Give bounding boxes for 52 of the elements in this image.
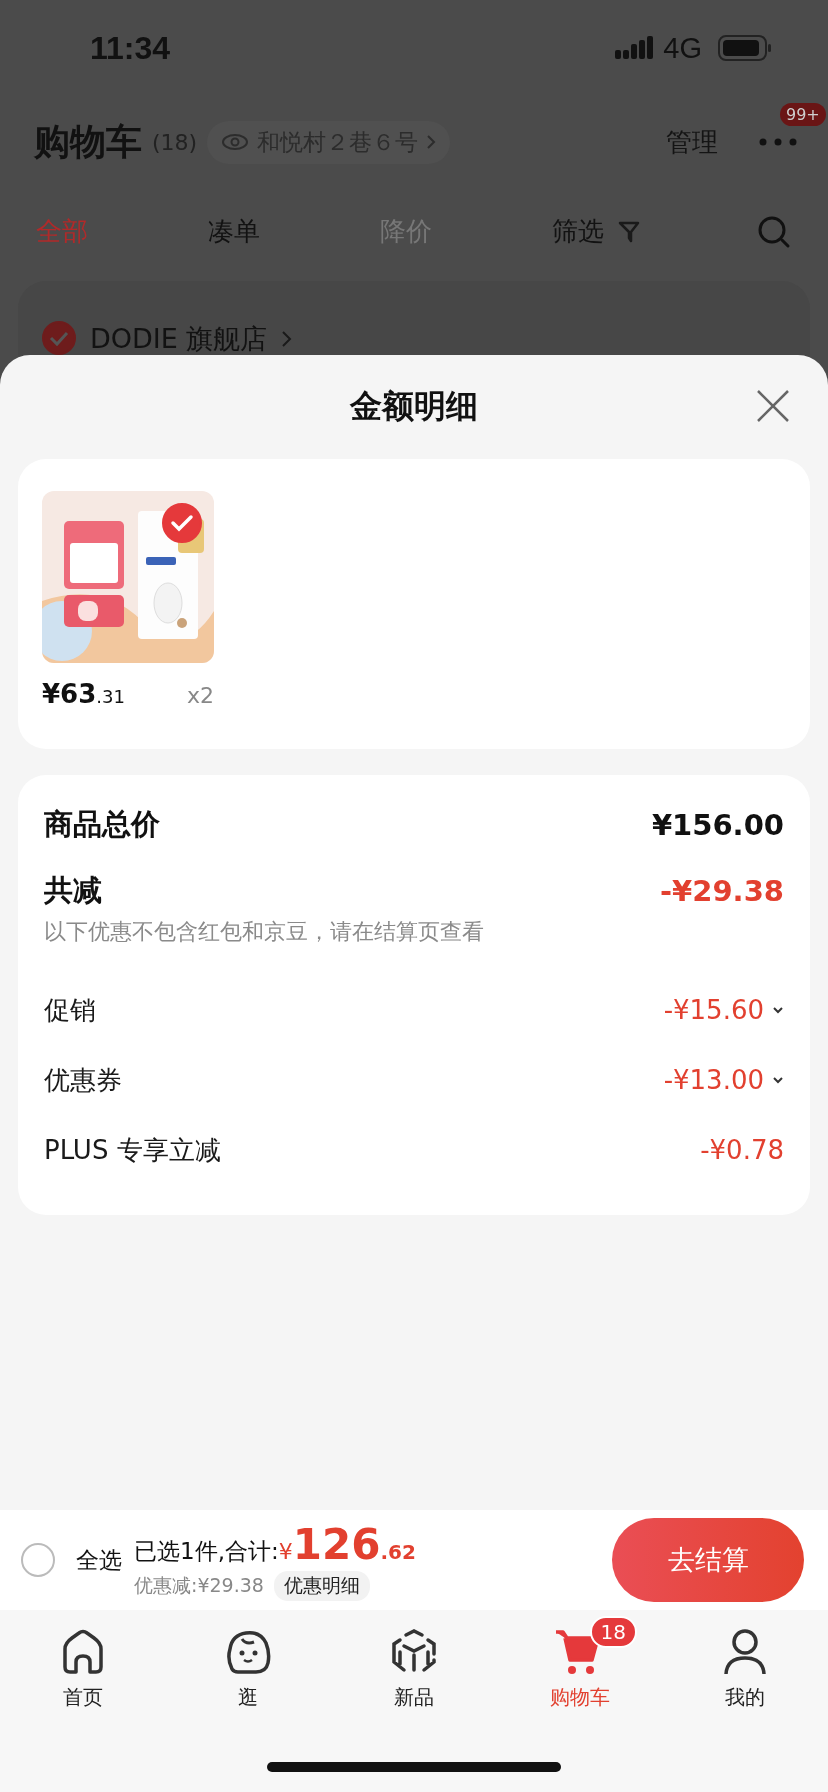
discount-line-value: -¥0.78 (700, 1135, 784, 1165)
eye-icon (221, 133, 250, 152)
battery-icon (718, 35, 772, 62)
check-icon[interactable] (42, 321, 76, 355)
cart-badge: 18 (589, 1616, 638, 1648)
total-amount: ¥126.62 (278, 1519, 416, 1569)
nav-tab[interactable]: 首页 (7, 1612, 158, 1711)
total-label: 商品总价 (44, 806, 160, 843)
discount-line-value: -¥13.00 (663, 1065, 764, 1095)
nav-label: 我的 (725, 1684, 766, 1711)
check-icon[interactable] (162, 503, 202, 543)
chevron-right-icon (426, 134, 437, 151)
person-icon (723, 1628, 768, 1676)
smiley-blob-icon (224, 1629, 273, 1675)
nav-tab[interactable]: 我的 (670, 1612, 821, 1711)
nav-tab[interactable]: 18 购物车 (504, 1612, 655, 1711)
product-quantity: x2 (186, 683, 214, 708)
nav-label: 新品 (394, 1684, 434, 1711)
saved-amount: 优惠减:¥29.38 (134, 1572, 264, 1598)
select-all-label[interactable]: 全选 (76, 1544, 122, 1576)
filter-tab[interactable]: 凑单 (208, 214, 380, 250)
discount-value: -¥29.38 (660, 874, 784, 908)
nav-tab[interactable]: 新品 (339, 1612, 489, 1711)
discount-detail-link[interactable]: 优惠明细 (273, 1570, 370, 1601)
nav-tab[interactable]: 逛 (173, 1612, 324, 1711)
total-value: ¥156.00 (651, 808, 784, 842)
page-title: 购物车 (34, 119, 142, 164)
close-icon[interactable] (756, 389, 790, 423)
discount-line-label: PLUS 专享立减 (44, 1133, 221, 1167)
discount-note: 以下优惠不包含红包和京豆，请在结算页查看 (44, 918, 485, 946)
nav-label: 逛 (238, 1684, 259, 1711)
network-label: 4G (663, 31, 702, 65)
nav-label: 首页 (62, 1684, 103, 1711)
checkout-button[interactable]: 去结算 (612, 1518, 804, 1602)
status-time: 11:34 (90, 29, 171, 67)
notification-badge: 99+ (780, 103, 826, 127)
chevron-down-icon[interactable] (772, 1006, 784, 1014)
discount-line-label: 促销 (44, 993, 96, 1027)
product-price: ¥63.31 (42, 679, 125, 709)
nav-label: 购物车 (549, 1684, 610, 1711)
more-icon[interactable] (758, 137, 798, 148)
discount-label: 共减 (44, 872, 102, 909)
select-all-checkbox[interactable] (20, 1542, 56, 1578)
filter-icon (618, 219, 640, 244)
discount-line-label: 优惠券 (44, 1063, 122, 1097)
chevron-down-icon[interactable] (772, 1076, 784, 1084)
signal-icon (615, 36, 654, 61)
sheet-title: 金额明细 (350, 386, 478, 427)
discount-line-value: -¥15.60 (663, 995, 764, 1025)
filter-tab[interactable]: 筛选 (552, 214, 724, 250)
selection-summary: 已选1件,合计: (134, 1536, 279, 1566)
chevron-right-icon (281, 329, 294, 349)
